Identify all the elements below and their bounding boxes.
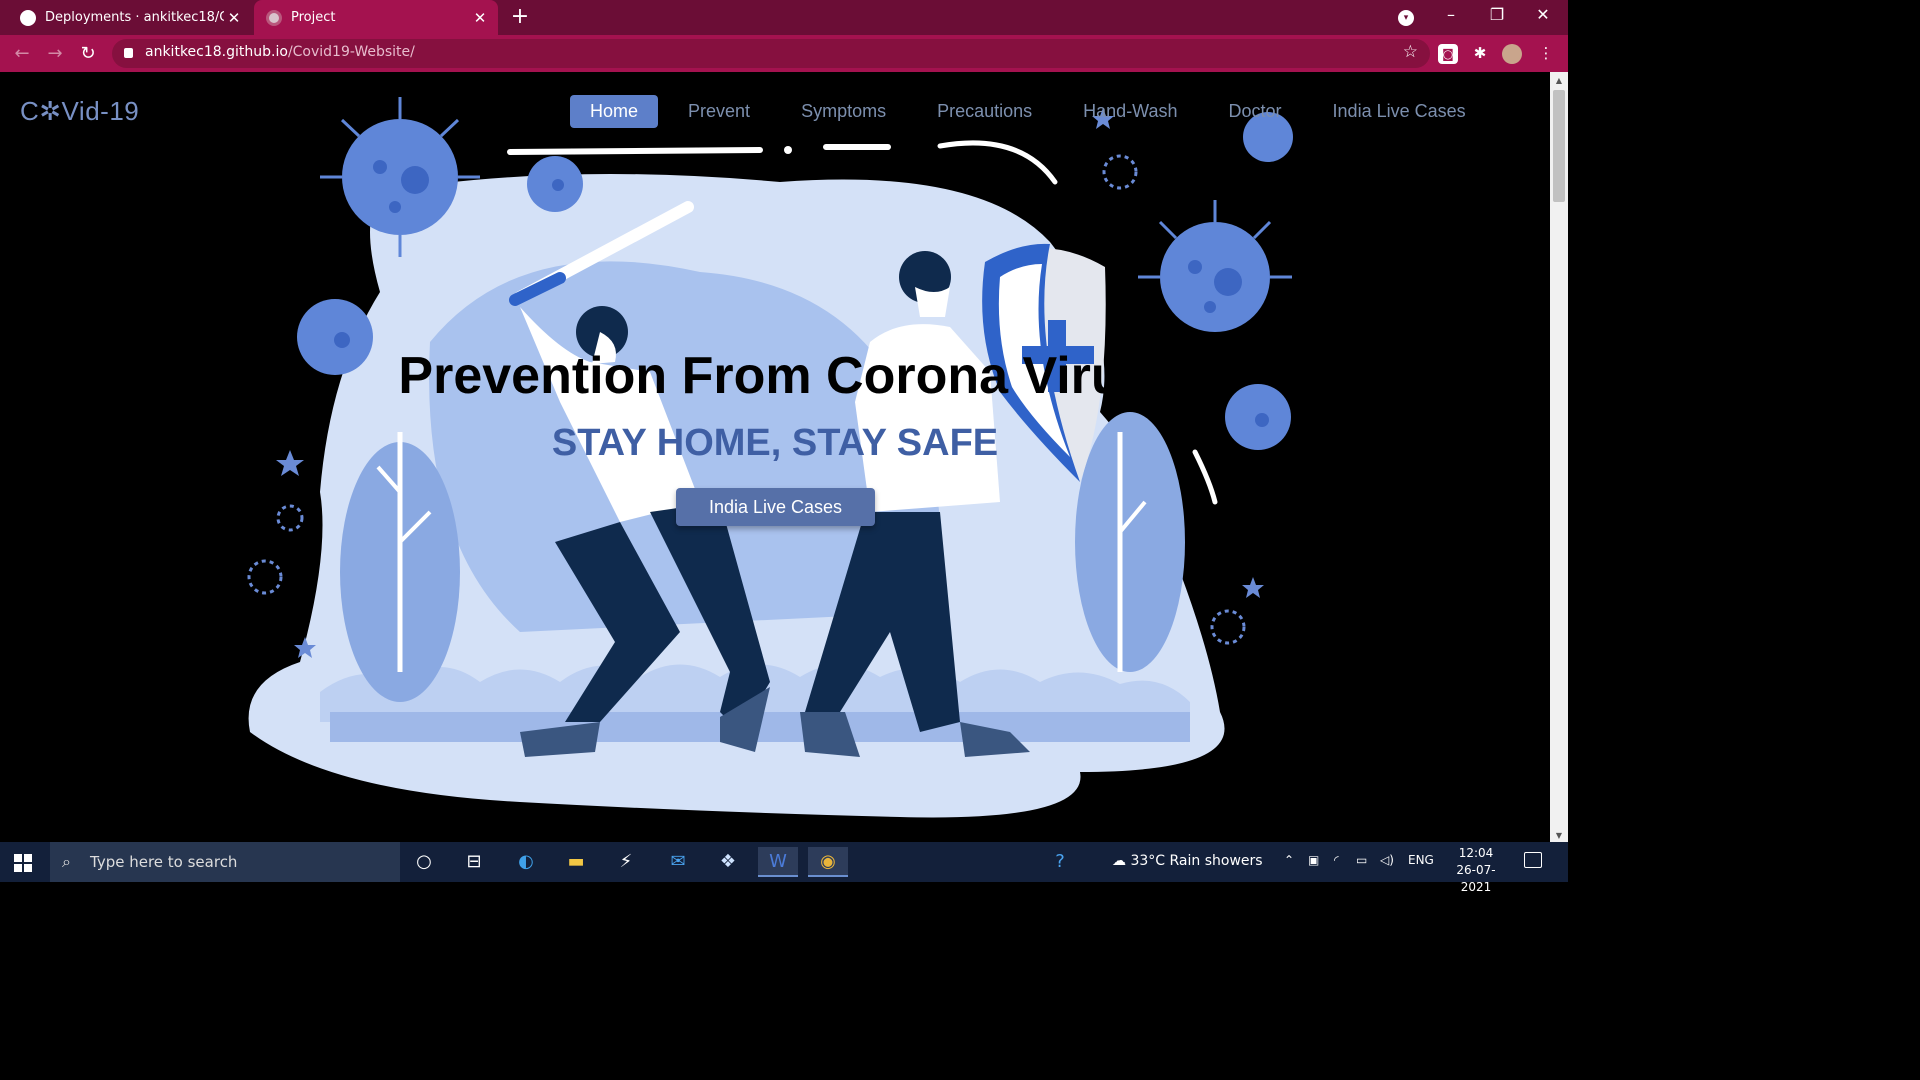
github-icon	[20, 9, 36, 26]
clock-date: 26-07-2021	[1456, 863, 1496, 894]
profile-avatar[interactable]	[1502, 44, 1522, 64]
bookmark-star-icon[interactable]: ☆	[1403, 42, 1418, 62]
hero-subtitle: STAY HOME, STAY SAFE	[551, 422, 999, 464]
meet-icon[interactable]: ▣	[1308, 853, 1319, 867]
tab-deployments[interactable]: Deployments · ankitkec18/Covid ✕	[8, 0, 252, 35]
hero-title: Prevention From Corona Virus	[398, 347, 1152, 405]
back-icon[interactable]: ←	[10, 43, 34, 64]
cortana-icon[interactable]: ○	[404, 847, 444, 877]
tray-chevron-icon[interactable]: ⌃	[1284, 853, 1294, 867]
scrollbar-thumb[interactable]	[1553, 90, 1565, 202]
page-scrollbar[interactable]: ▲ ▼	[1550, 72, 1568, 842]
reload-icon[interactable]: ↻	[76, 43, 100, 64]
main-nav: Home Prevent Symptoms Precautions Hand-W…	[570, 95, 1482, 128]
address-bar-row: ← → ↻ ankitkec18.github.io/Covid19-Websi…	[0, 35, 1568, 72]
scroll-down-icon[interactable]: ▼	[1550, 831, 1568, 840]
file-explorer-icon[interactable]: ▬	[556, 847, 596, 877]
help-icon[interactable]: ?	[1040, 847, 1080, 877]
language-indicator[interactable]: ENG	[1408, 853, 1434, 867]
windows-taskbar: ⌕ Type here to search ○ ⊟ ◐ ▬ ⚡ ✉ ❖ W ◉ …	[0, 842, 1568, 894]
new-tab-button[interactable]: +	[508, 4, 532, 29]
browser-menu-icon[interactable]: ⋮	[1536, 44, 1556, 64]
scroll-up-icon[interactable]: ▲	[1550, 76, 1568, 85]
pocket-extension-icon[interactable]: ◙	[1438, 44, 1458, 64]
nav-india-live-cases[interactable]: India Live Cases	[1318, 95, 1481, 128]
search-placeholder: Type here to search	[90, 853, 238, 871]
tab-title: Deployments · ankitkec18/Covid	[45, 10, 224, 25]
india-live-cases-button[interactable]: India Live Cases	[676, 488, 875, 526]
clock-time: 12:04	[1458, 846, 1494, 860]
globe-icon	[266, 9, 282, 26]
windows-start-icon[interactable]	[14, 854, 32, 872]
weather-icon: ☁	[1112, 853, 1131, 869]
nav-prevent[interactable]: Prevent	[673, 95, 765, 128]
close-window-button[interactable]: ✕	[1528, 5, 1558, 24]
battery-icon[interactable]: ▭	[1356, 853, 1367, 867]
mail-icon[interactable]: ✉	[658, 847, 698, 877]
edge-icon[interactable]: ◐	[506, 847, 546, 877]
nav-symptoms[interactable]: Symptoms	[786, 95, 901, 128]
forward-icon[interactable]: →	[43, 43, 67, 64]
site-logo[interactable]: C✲Vid-19	[20, 96, 139, 127]
lock-icon	[124, 48, 133, 58]
nav-precautions[interactable]: Precautions	[922, 95, 1047, 128]
tab-project[interactable]: Project ✕	[254, 0, 498, 35]
tab-title: Project	[291, 10, 336, 25]
app-icon[interactable]: ⚡	[606, 847, 646, 877]
close-icon[interactable]: ✕	[224, 9, 244, 27]
word-icon[interactable]: W	[758, 847, 798, 877]
close-icon[interactable]: ✕	[470, 9, 490, 27]
weather-widget[interactable]: ☁ 33°C Rain showers	[1112, 853, 1263, 869]
web-page: C✲Vid-19 Home Prevent Symptoms Precautio…	[0, 72, 1550, 842]
search-icon: ⌕	[62, 852, 71, 871]
dropbox-icon[interactable]: ❖	[708, 847, 748, 877]
notification-icon[interactable]	[1524, 852, 1542, 868]
taskbar-search-box[interactable]: ⌕ Type here to search	[50, 842, 400, 882]
extensions-icon[interactable]: ✱	[1470, 44, 1490, 64]
nav-hand-wash[interactable]: Hand-Wash	[1068, 95, 1192, 128]
clock[interactable]: 12:04 26-07-2021	[1444, 845, 1508, 896]
nav-home[interactable]: Home	[570, 95, 659, 128]
nav-doctor[interactable]: Doctor	[1214, 95, 1297, 128]
tab-search-icon[interactable]: ▾	[1398, 10, 1414, 26]
tab-strip: Deployments · ankitkec18/Covid ✕ Project…	[0, 0, 1568, 35]
restore-button[interactable]: ❐	[1482, 5, 1512, 24]
wifi-icon[interactable]: ◜	[1334, 853, 1339, 867]
minimize-button[interactable]: –	[1436, 5, 1466, 24]
task-view-icon[interactable]: ⊟	[454, 847, 494, 877]
url-text: ankitkec18.github.io/Covid19-Website/	[145, 44, 415, 60]
volume-icon[interactable]: ◁)	[1380, 853, 1394, 867]
chrome-icon[interactable]: ◉	[808, 847, 848, 877]
url-field[interactable]: ankitkec18.github.io/Covid19-Website/ ☆	[112, 39, 1430, 68]
